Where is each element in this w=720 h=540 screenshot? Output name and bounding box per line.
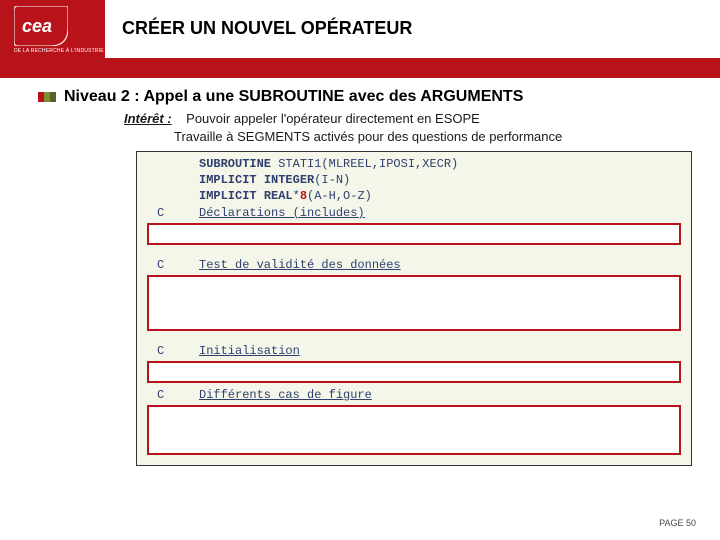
code-line: IMPLICIT REAL*8(A-H,O-Z) bbox=[137, 188, 691, 204]
redacted-block bbox=[147, 275, 681, 331]
redacted-block bbox=[147, 361, 681, 383]
section-heading-row: Niveau 2 : Appel a une SUBROUTINE avec d… bbox=[38, 88, 706, 106]
code-comment-line: CTest de validité des données bbox=[137, 257, 691, 273]
code-comment-line: CDifférents cas de figure bbox=[137, 387, 691, 403]
code-comment-line: CInitialisation bbox=[137, 343, 691, 359]
bullet-icon bbox=[38, 92, 56, 102]
section-heading: Niveau 2 : Appel a une SUBROUTINE avec d… bbox=[64, 88, 523, 106]
code-line: IMPLICIT INTEGER(I-N) bbox=[137, 172, 691, 188]
cea-logo: cea DE LA RECHERCHE À L'INDUSTRIE bbox=[14, 6, 104, 54]
code-comment-line: CDéclarations (includes) bbox=[137, 205, 691, 221]
redacted-block bbox=[147, 405, 681, 455]
interest-line1: Pouvoir appeler l'opérateur directement … bbox=[186, 111, 480, 126]
header-bar: cea DE LA RECHERCHE À L'INDUSTRIE CRÉER … bbox=[0, 0, 720, 58]
logo-caption: DE LA RECHERCHE À L'INDUSTRIE bbox=[14, 48, 104, 54]
cea-logo-mark: cea bbox=[14, 6, 68, 46]
code-box: SUBROUTINE STATI1(MLREEL,IPOSI,XECR) IMP… bbox=[136, 151, 692, 466]
page-title: CRÉER UN NOUVEL OPÉRATEUR bbox=[122, 18, 412, 39]
code-line: SUBROUTINE STATI1(MLREEL,IPOSI,XECR) bbox=[137, 156, 691, 172]
content-area: Niveau 2 : Appel a une SUBROUTINE avec d… bbox=[0, 78, 720, 466]
interest-label: Intérêt : bbox=[124, 111, 172, 126]
svg-text:cea: cea bbox=[22, 16, 52, 36]
header-red-strip bbox=[0, 58, 720, 78]
redacted-block bbox=[147, 223, 681, 245]
interest-block: Intérêt : Pouvoir appeler l'opérateur di… bbox=[124, 110, 706, 145]
interest-line2: Travaille à SEGMENTS activés pour des qu… bbox=[174, 128, 706, 146]
page-number: PAGE 50 bbox=[659, 518, 696, 528]
